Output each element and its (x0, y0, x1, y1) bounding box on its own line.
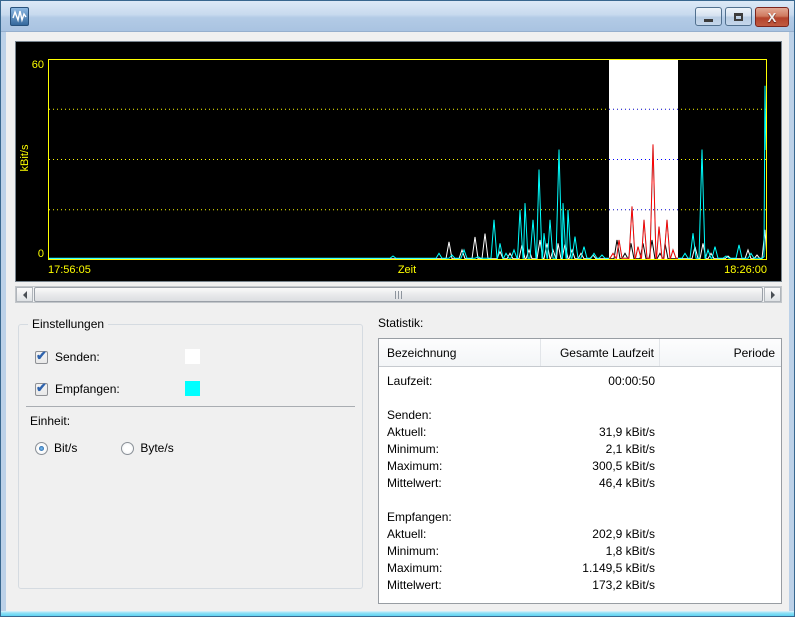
bits-radio[interactable] (35, 442, 48, 455)
empfangen-row: ✔ Empfangen: (35, 381, 120, 397)
table-cell: 00:00:50 (541, 374, 660, 388)
table-cell: Maximum: (379, 561, 541, 575)
maximize-button[interactable] (725, 7, 752, 26)
table-cell: Aktuell: (379, 527, 541, 541)
table-cell: Aktuell: (379, 425, 541, 439)
table-row: Maximum:300,5 kBit/s (379, 457, 781, 474)
y-axis-min-label: 0 (16, 248, 44, 260)
app-waveform-icon (10, 7, 29, 26)
table-cell: 300,5 kBit/s (541, 459, 660, 473)
window-frame-bottom (1, 611, 794, 616)
empfangen-checkbox[interactable]: ✔ (35, 383, 48, 396)
table-cell: Senden: (379, 408, 541, 422)
table-row: Aktuell:202,9 kBit/s (379, 525, 781, 542)
table-cell: 1,8 kBit/s (541, 544, 660, 558)
table-row: Aktuell:31,9 kBit/s (379, 423, 781, 440)
unit-section-label: Einheit: (30, 414, 70, 428)
table-row: Laufzeit:00:00:50 (379, 372, 781, 389)
table-cell: 173,2 kBit/s (541, 578, 660, 592)
senden-color-swatch[interactable] (185, 349, 200, 364)
header-gesamte-laufzeit[interactable]: Gesamte Laufzeit (541, 339, 660, 366)
table-cell: Mittelwert: (379, 476, 541, 490)
senden-checkbox[interactable]: ✔ (35, 351, 48, 364)
y-axis-title: kBit/s (19, 129, 31, 187)
traffic-chart-svg[interactable] (48, 59, 767, 260)
bytes-radio-label[interactable]: Byte/s (140, 441, 173, 455)
maximize-icon (734, 13, 743, 21)
statistics-label: Statistik: (378, 316, 423, 330)
table-row: Senden: (379, 406, 781, 423)
settings-groupbox: Einstellungen ✔ Senden: ✔ Empfangen: Ein… (18, 324, 363, 589)
table-cell: Laufzeit: (379, 374, 541, 388)
table-row: Mittelwert:46,4 kBit/s (379, 474, 781, 491)
table-cell: 2,1 kBit/s (541, 442, 660, 456)
arrow-left-icon (23, 291, 27, 299)
statistics-table-body: Laufzeit:00:00:50Senden:Aktuell:31,9 kBi… (379, 367, 781, 593)
titlebar[interactable]: X (1, 1, 794, 32)
scrollbar-grip-icon (395, 291, 403, 299)
scrollbar-thumb[interactable] (34, 287, 763, 302)
table-cell: 31,9 kBit/s (541, 425, 660, 439)
table-row (379, 491, 781, 508)
table-cell: 46,4 kBit/s (541, 476, 660, 490)
app-window: X 60 0 kBit/s 17:56:05 Zeit 18:26:00 Ein… (0, 0, 795, 617)
table-row: Minimum:1,8 kBit/s (379, 542, 781, 559)
table-row: Empfangen: (379, 508, 781, 525)
senden-row: ✔ Senden: (35, 349, 100, 365)
unit-options: Bit/s Byte/s (35, 441, 218, 455)
empfangen-checkbox-label[interactable]: Empfangen: (55, 382, 120, 396)
window-controls: X (695, 7, 789, 27)
traffic-chart-panel[interactable]: 60 0 kBit/s 17:56:05 Zeit 18:26:00 (15, 41, 782, 282)
scroll-left-button[interactable] (16, 287, 33, 302)
table-cell: 1.149,5 kBit/s (541, 561, 660, 575)
statistics-table: Bezeichnung Gesamte Laufzeit Periode Lau… (378, 338, 782, 604)
minimize-icon (704, 19, 713, 22)
bytes-radio[interactable] (121, 442, 134, 455)
minimize-button[interactable] (695, 7, 722, 26)
table-row: Maximum:1.149,5 kBit/s (379, 559, 781, 576)
x-axis-title: Zeit (347, 264, 467, 276)
close-icon: X (768, 10, 777, 25)
table-row: Minimum:2,1 kBit/s (379, 440, 781, 457)
x-axis-start-time: 17:56:05 (48, 264, 91, 276)
settings-divider (26, 406, 355, 407)
x-axis-end-time: 18:26:00 (667, 264, 767, 276)
table-row (379, 389, 781, 406)
table-cell: Minimum: (379, 544, 541, 558)
header-bezeichnung[interactable]: Bezeichnung (379, 339, 541, 366)
bits-radio-label[interactable]: Bit/s (54, 441, 77, 455)
settings-group-label: Einstellungen (28, 317, 108, 331)
empfangen-color-swatch[interactable] (185, 381, 200, 396)
table-cell: 202,9 kBit/s (541, 527, 660, 541)
window-frame-left (1, 32, 6, 616)
y-axis-max-label: 60 (16, 59, 44, 71)
table-cell: Minimum: (379, 442, 541, 456)
check-icon: ✔ (36, 348, 47, 364)
table-cell: Maximum: (379, 459, 541, 473)
table-row: Mittelwert:173,2 kBit/s (379, 576, 781, 593)
scroll-right-button[interactable] (764, 287, 781, 302)
statistics-table-header: Bezeichnung Gesamte Laufzeit Periode (379, 339, 781, 367)
senden-checkbox-label[interactable]: Senden: (55, 350, 100, 364)
chart-horizontal-scrollbar[interactable] (15, 286, 782, 303)
close-button[interactable]: X (755, 7, 789, 27)
table-cell: Empfangen: (379, 510, 541, 524)
table-cell: Mittelwert: (379, 578, 541, 592)
header-periode[interactable]: Periode (660, 339, 781, 366)
arrow-right-icon (771, 291, 775, 299)
window-frame-right (789, 32, 794, 616)
check-icon: ✔ (36, 380, 47, 396)
